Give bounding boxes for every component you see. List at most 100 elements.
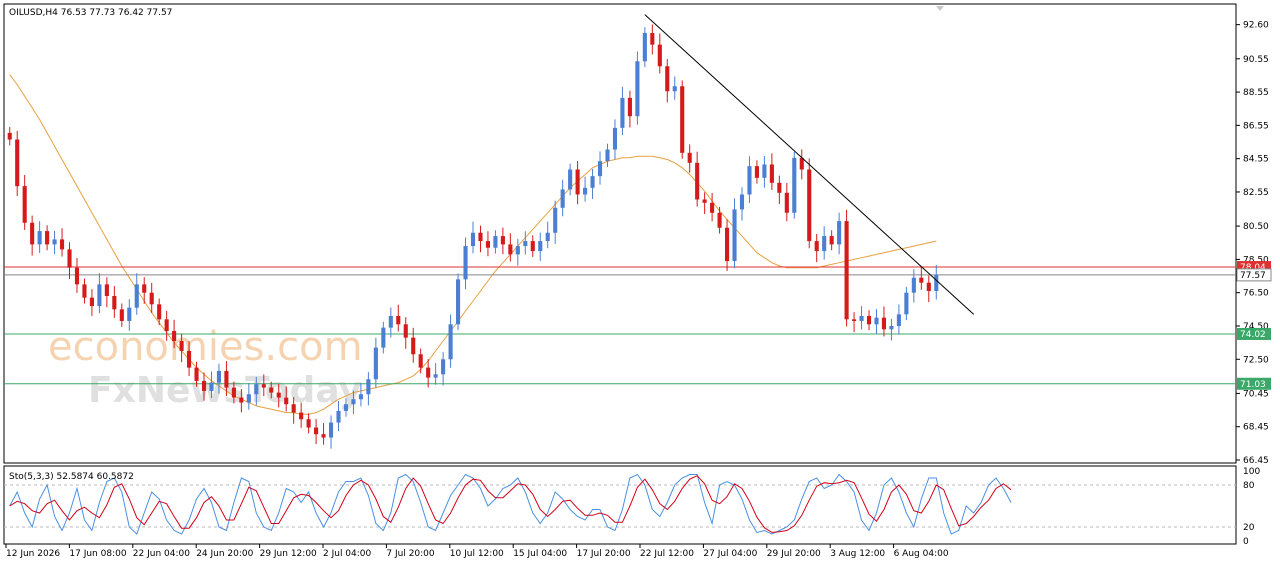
y-tick-label: 76.50 [1243,289,1269,299]
y-tick-label: 88.55 [1243,88,1269,98]
candle-body [426,367,431,378]
candle-body [433,374,438,378]
candle-body [15,139,20,187]
candle-body [411,337,416,355]
candle-body [22,186,27,223]
candle-body [366,379,371,395]
y-tick-label: 86.55 [1243,121,1269,131]
candle-body [896,314,901,326]
candle-body [246,394,251,403]
candle-body [769,164,774,183]
candle-body [142,284,147,293]
candle-body [172,330,177,341]
stochastic-panel [3,465,1237,545]
x-tick-label: 7 Jul 20:00 [386,549,435,559]
level-badge-label: 77.57 [1240,271,1266,281]
x-tick-label: 17 Jun 08:00 [69,549,126,559]
y-tick-label: 66.45 [1243,456,1269,466]
candle-body [934,274,939,292]
candle-body [97,284,102,307]
candle-body [119,309,124,321]
candle-body [911,277,916,293]
candle-body [276,392,281,398]
candle-body [672,86,677,92]
candle-body [373,347,378,380]
candle-body [523,241,528,247]
candle-body [665,66,670,92]
candle-body [605,149,610,162]
candle-body [485,241,490,248]
y-tick-label: 90.55 [1243,55,1269,65]
candle-body [463,246,468,280]
y-tick-label: 70.45 [1243,389,1269,399]
candle-body [291,404,296,413]
candle-body [747,166,752,195]
candle-body [792,157,797,213]
candle-body [164,319,169,331]
candle-body [89,297,94,307]
candle-body [306,419,311,428]
candle-body [680,86,685,153]
candle-body [568,169,573,190]
candle-body [358,394,363,400]
x-tick-label: 22 Jun 04:00 [133,549,190,559]
candle-body [67,249,72,268]
watermark-economies: economies.com [48,324,363,370]
candle-body [852,319,857,321]
stoch-level-label: 0 [1243,537,1249,547]
candle-body [134,284,139,308]
candle-body [590,176,595,188]
candle-body [575,169,580,195]
candle-body [45,231,50,245]
candle-body [441,359,446,375]
candle-body [112,296,117,310]
candle-body [560,189,565,208]
x-tick-label: 29 Jun 12:00 [260,549,317,559]
candle-body [470,232,476,247]
candle-body [157,304,162,320]
symbol-header: OILUSD,H4 76.53 77.73 76.42 77.57 [9,8,172,18]
candle-body [336,410,341,423]
y-tick-label: 68.45 [1243,423,1269,433]
candle-body [403,324,408,338]
candle-body [844,221,849,320]
candle-body [343,404,349,411]
candle-body [209,382,214,391]
y-tick-label: 82.55 [1243,188,1269,198]
x-tick-label: 24 Jun 20:00 [196,549,253,559]
candle-body [508,244,513,255]
candle-body [328,422,334,438]
candle-body [216,370,222,383]
candle-body [231,387,236,398]
time-axis: 12 Jun 2026 17 Jun 08:00 22 Jun 04:00 24 Ju… [5,544,949,559]
candle-body [224,370,229,388]
level-badge-label: 71.03 [1240,380,1266,390]
candle-body [530,241,535,252]
candle-body [583,187,588,195]
candle-body [642,32,647,62]
y-tick-label: 92.60 [1243,21,1269,31]
candle-body [837,221,842,245]
x-tick-label: 27 Jul 04:00 [703,549,757,559]
stoch-level-label: 80 [1243,481,1255,491]
candle-body [7,132,12,140]
price-axis: 92.6090.5588.5586.5584.5582.5580.5078.50… [1236,21,1269,466]
candle-body [261,384,266,388]
candle-body [179,340,184,351]
candle-body [553,207,558,233]
chart-canvas: economies.com FxNewsToday 92.6090.5588.5… [3,3,1272,559]
candle-body [538,241,543,252]
candle-body [30,222,35,245]
candle-body [874,317,879,325]
candle-body [919,277,924,283]
candle-body [351,399,356,405]
candle-body [807,169,812,242]
candle-body [545,232,550,242]
x-tick-label: 15 Jul 04:00 [513,549,567,559]
candle-body [515,246,520,255]
candle-body [784,192,789,213]
candle-body [396,315,401,325]
x-tick-label: 29 Jul 20:00 [767,549,821,559]
y-tick-label: 80.50 [1243,222,1269,232]
stochastic-label: Sto(5,3,3) 52.5874 60.5872 [9,472,134,482]
